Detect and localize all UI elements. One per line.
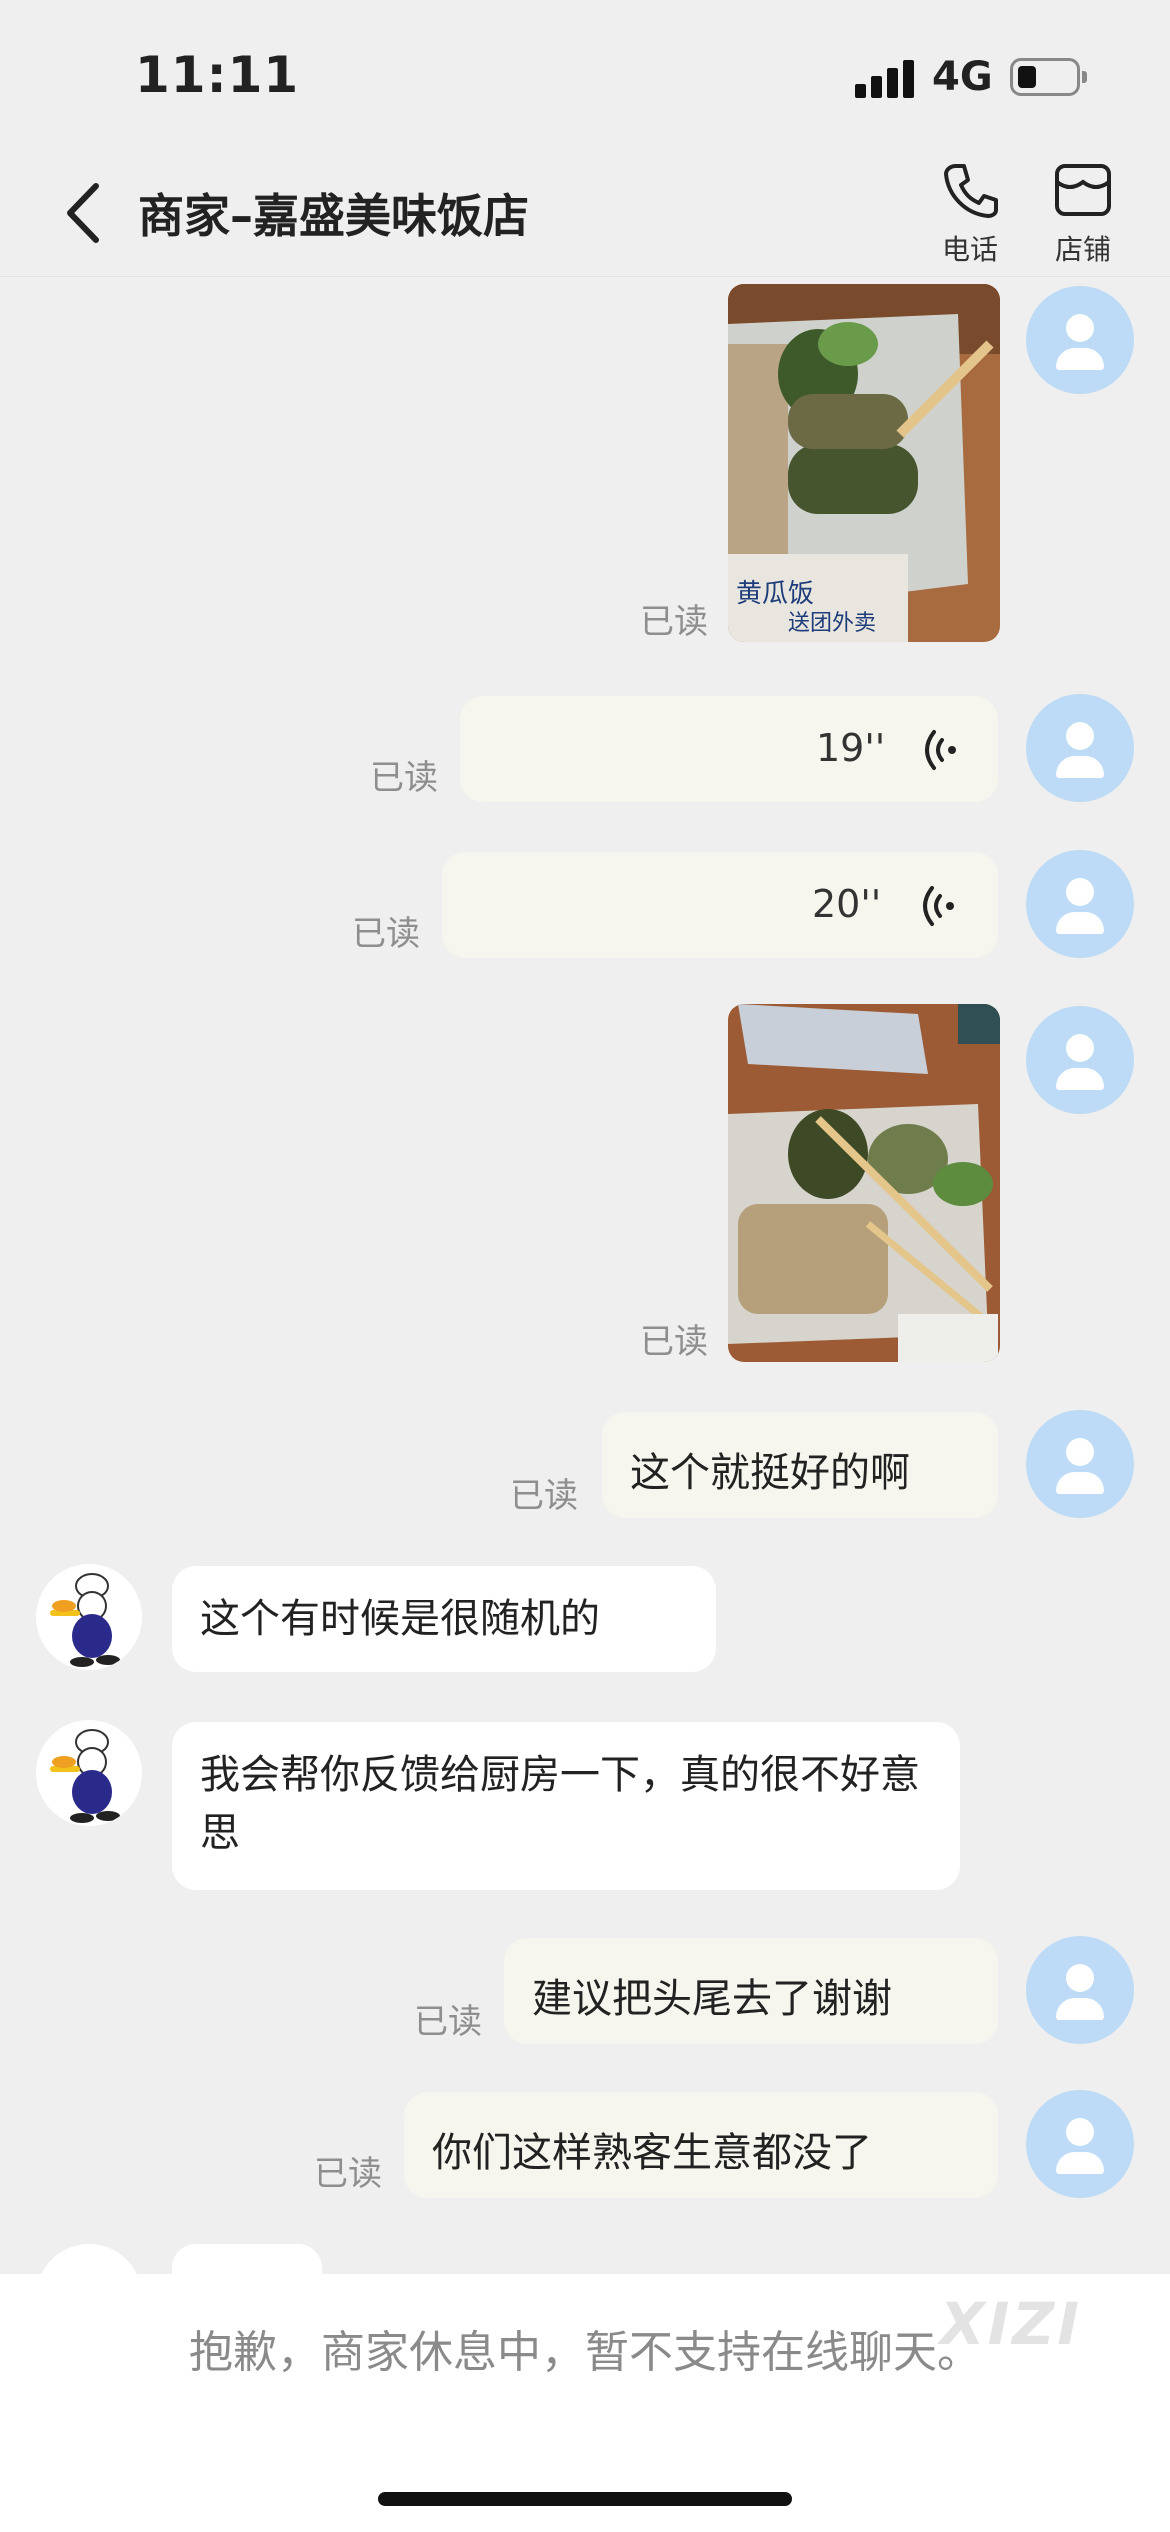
- food-photo: [728, 1004, 1000, 1362]
- back-button[interactable]: [56, 178, 116, 248]
- voice-message[interactable]: 20'': [442, 852, 998, 958]
- shop-avatar[interactable]: [36, 2244, 142, 2274]
- user-avatar[interactable]: [1026, 1410, 1134, 1518]
- read-status: 已读: [352, 914, 420, 954]
- battery-icon: [1010, 58, 1087, 96]
- chef-mascot-icon: [50, 1573, 120, 1667]
- text-message[interactable]: 这个就挺好的啊: [602, 1412, 998, 1518]
- text-message[interactable]: 你们这样熟客生意都没了: [404, 2092, 998, 2198]
- user-avatar[interactable]: [1026, 1936, 1134, 2044]
- phone-button[interactable]: 电话: [925, 158, 1015, 268]
- signal-icon: [855, 58, 915, 98]
- voice-duration: 20'': [812, 882, 882, 926]
- photo-caption: 黄瓜饭: [736, 578, 814, 608]
- shop-avatar[interactable]: [36, 1564, 142, 1670]
- chat-area: 已读 黄瓜饭 送团外卖 已读 19'' 已读 20'' 已读 已读 这个就挺好的…: [0, 276, 1170, 2274]
- shop-label: 店铺: [1054, 233, 1111, 266]
- food-photo: 黄瓜饭 送团外卖: [728, 284, 1000, 642]
- chef-mascot-icon: [50, 1729, 120, 1823]
- shop-button[interactable]: 店铺: [1038, 158, 1128, 268]
- home-indicator[interactable]: [378, 2492, 792, 2506]
- user-avatar[interactable]: [1026, 286, 1134, 394]
- user-avatar[interactable]: [1026, 694, 1134, 802]
- voice-wave-icon: [925, 730, 956, 770]
- photo-message[interactable]: [728, 1004, 1000, 1362]
- read-status: 已读: [640, 1322, 708, 1362]
- shop-message[interactable]: 我会帮你反馈给厨房一下，真的很不好意思: [172, 1722, 960, 1890]
- read-status: 已读: [314, 2154, 382, 2194]
- read-status: 已读: [640, 602, 708, 642]
- page-title: 商家–嘉盛美味饭店: [138, 189, 529, 243]
- read-status: 已读: [414, 2002, 482, 2042]
- voice-message[interactable]: 19'': [460, 696, 998, 802]
- chevron-left-icon: [67, 183, 99, 243]
- home-indicator-area: [0, 2432, 1170, 2532]
- voice-wave-icon: [923, 886, 954, 926]
- read-status: 已读: [370, 758, 438, 798]
- text-message[interactable]: 建议把头尾去了谢谢: [504, 1938, 998, 2044]
- photo-message[interactable]: 黄瓜饭 送团外卖: [728, 284, 1000, 642]
- network-type: 4G: [932, 54, 993, 100]
- voice-duration: 19'': [816, 726, 886, 770]
- user-avatar[interactable]: [1026, 2090, 1134, 2198]
- photo-caption-2: 送团外卖: [788, 610, 876, 635]
- status-bar: 11:11 4G: [0, 0, 1170, 150]
- shop-avatar[interactable]: [36, 1720, 142, 1826]
- shop-message[interactable]: [172, 2244, 322, 2274]
- phone-icon: [944, 164, 998, 218]
- user-avatar[interactable]: [1026, 1006, 1134, 1114]
- shop-message[interactable]: 这个有时候是很随机的: [172, 1566, 716, 1672]
- watermark: XIZI: [940, 2290, 1082, 2358]
- shop-icon: [1055, 164, 1111, 216]
- phone-label: 电话: [941, 233, 998, 266]
- chat-header: 商家–嘉盛美味饭店 电话 店铺: [0, 150, 1170, 277]
- read-status: 已读: [510, 1476, 578, 1516]
- user-avatar[interactable]: [1026, 850, 1134, 958]
- status-time: 11:11: [135, 46, 300, 104]
